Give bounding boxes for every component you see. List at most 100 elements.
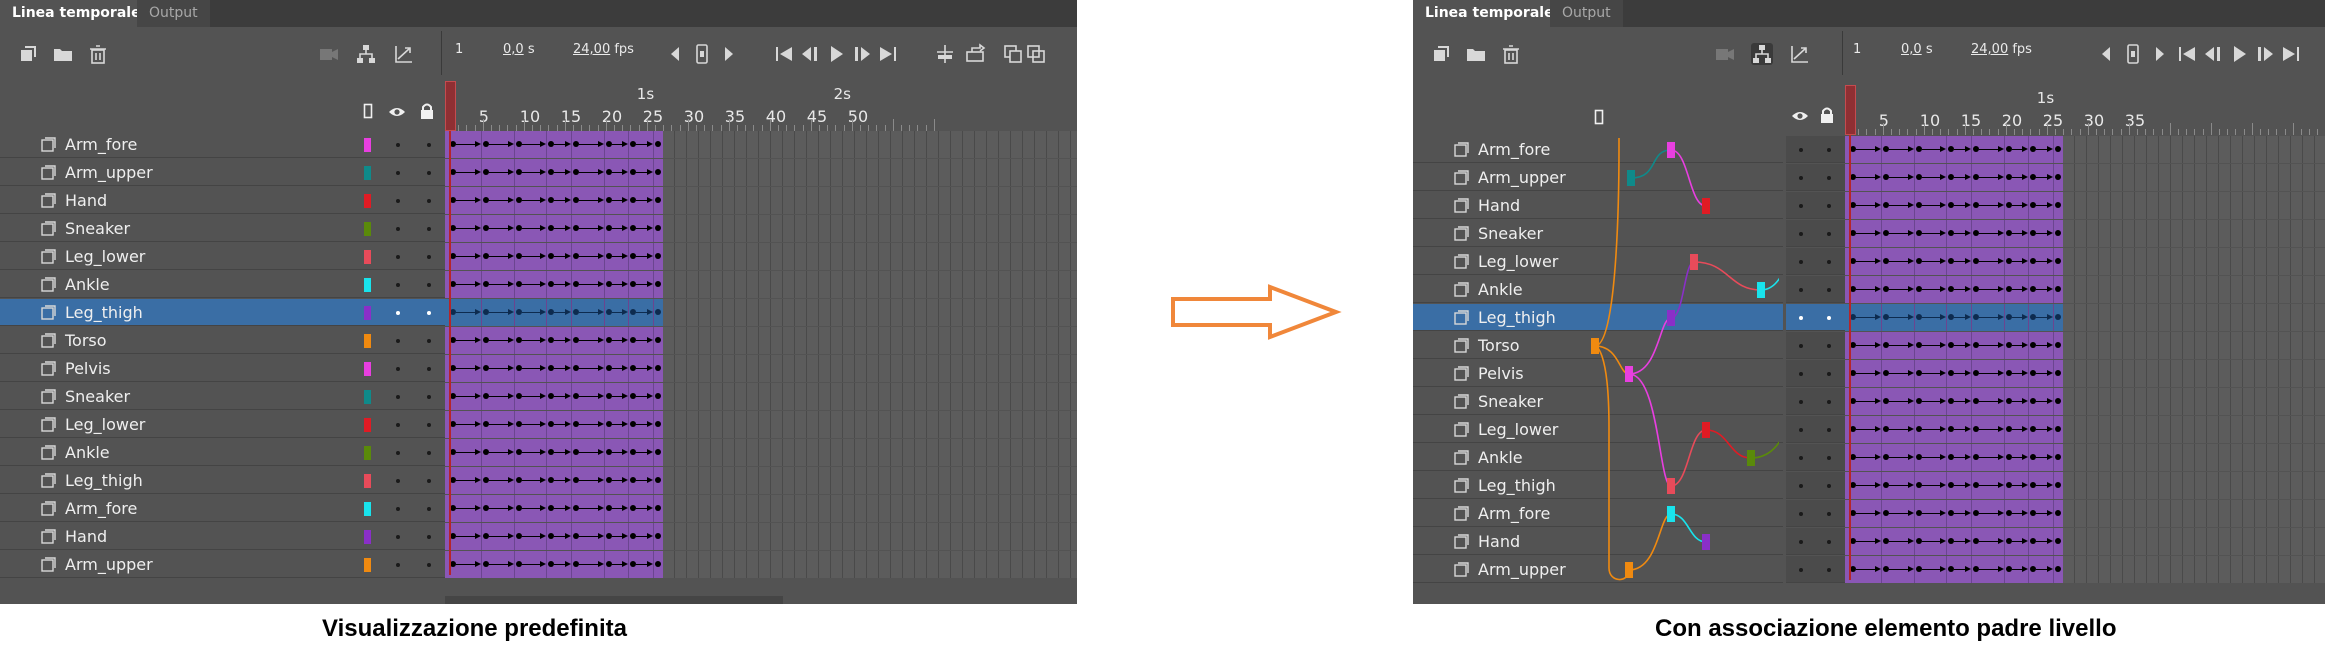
- layer-name[interactable]: Sneaker: [1478, 392, 1543, 411]
- current-time-value[interactable]: 0,0: [503, 42, 524, 57]
- visibility-toggle[interactable]: [1799, 512, 1803, 516]
- layer-parent-node[interactable]: [1667, 506, 1675, 522]
- frame-track[interactable]: [1845, 304, 2325, 331]
- layer-name-cell[interactable]: Hand: [0, 523, 445, 550]
- layer-name[interactable]: Hand: [1478, 532, 1520, 551]
- layer-name[interactable]: Arm_fore: [65, 135, 137, 154]
- layer-name-cell[interactable]: Sneaker: [0, 383, 445, 410]
- frame-track[interactable]: [445, 411, 1077, 438]
- layer-name-cell[interactable]: Sneaker: [0, 215, 445, 242]
- playhead[interactable]: [1849, 106, 1851, 580]
- lock-toggle[interactable]: [427, 255, 431, 259]
- keyframe[interactable]: [2055, 510, 2061, 516]
- layer-parent-node[interactable]: [1591, 338, 1599, 354]
- layer-color-swatch[interactable]: [364, 418, 371, 432]
- stage-icon[interactable]: [691, 43, 713, 65]
- layer-parent-node[interactable]: [1667, 142, 1675, 158]
- frame-track[interactable]: [445, 523, 1077, 550]
- frame-track[interactable]: [1845, 556, 2325, 583]
- keyframe[interactable]: [655, 337, 661, 343]
- keyframe[interactable]: [655, 253, 661, 259]
- keyframe[interactable]: [2055, 230, 2061, 236]
- keyframe[interactable]: [2055, 342, 2061, 348]
- frame-track[interactable]: [445, 187, 1077, 214]
- frame-track[interactable]: [445, 159, 1077, 186]
- lock-toggle[interactable]: [1827, 204, 1831, 208]
- visibility-toggle[interactable]: [396, 227, 400, 231]
- lock-toggle[interactable]: [427, 395, 431, 399]
- lock-toggle[interactable]: [427, 367, 431, 371]
- layer-name[interactable]: Hand: [65, 191, 107, 210]
- current-time[interactable]: 0,0 s: [503, 42, 535, 57]
- first-frame-icon[interactable]: [773, 43, 795, 65]
- graph-icon[interactable]: [393, 43, 415, 65]
- layer-row[interactable]: Leg_thigh: [1413, 472, 2325, 500]
- next-keyframe-icon[interactable]: [2148, 43, 2170, 65]
- frame-track[interactable]: [445, 215, 1077, 242]
- layer-parent-node[interactable]: [1625, 562, 1633, 578]
- frame-track[interactable]: [445, 355, 1077, 382]
- frame-track[interactable]: [1845, 528, 2325, 555]
- layer-name-cell[interactable]: Ankle: [0, 439, 445, 466]
- layer-parent-node[interactable]: [1702, 198, 1710, 214]
- layer-name[interactable]: Leg_thigh: [65, 471, 143, 490]
- outline-column-icon[interactable]: [363, 103, 373, 119]
- frame-track[interactable]: [1845, 332, 2325, 359]
- layer-name[interactable]: Leg_lower: [1478, 252, 1558, 271]
- layer-color-swatch[interactable]: [364, 334, 371, 348]
- frame-track[interactable]: [445, 131, 1077, 158]
- lock-toggle[interactable]: [427, 451, 431, 455]
- keyframe[interactable]: [655, 365, 661, 371]
- next-keyframe-icon[interactable]: [717, 43, 739, 65]
- last-frame-icon[interactable]: [2280, 43, 2302, 65]
- layer-color-swatch[interactable]: [364, 306, 371, 320]
- layer-name[interactable]: Torso: [65, 331, 107, 350]
- layer-row[interactable]: Arm_upper: [0, 551, 1077, 579]
- lock-toggle[interactable]: [427, 227, 431, 231]
- keyframe[interactable]: [2055, 566, 2061, 572]
- layer-name[interactable]: Arm_upper: [65, 163, 153, 182]
- layer-color-swatch[interactable]: [364, 446, 371, 460]
- layer-row[interactable]: Hand: [0, 523, 1077, 551]
- keyframe[interactable]: [2055, 202, 2061, 208]
- tab-timeline[interactable]: Linea temporale: [0, 0, 153, 27]
- visibility-toggle[interactable]: [396, 367, 400, 371]
- show-parenting-view-icon[interactable]: [355, 43, 377, 65]
- layer-color-swatch[interactable]: [364, 138, 371, 152]
- frame-track[interactable]: [445, 271, 1077, 298]
- frame-track[interactable]: [1845, 500, 2325, 527]
- layer-row[interactable]: Ankle: [1413, 444, 2325, 472]
- lock-toggle[interactable]: [427, 535, 431, 539]
- layer-name[interactable]: Leg_lower: [65, 247, 145, 266]
- loop-icon[interactable]: [964, 43, 986, 65]
- visibility-toggle[interactable]: [396, 535, 400, 539]
- horizontal-scrollbar[interactable]: [445, 596, 783, 604]
- layer-color-swatch[interactable]: [364, 390, 371, 404]
- layer-row[interactable]: Sneaker: [1413, 388, 2325, 416]
- tab-output[interactable]: Output: [137, 0, 210, 27]
- visibility-toggle[interactable]: [396, 255, 400, 259]
- layer-parent-node[interactable]: [1667, 310, 1675, 326]
- keyframe[interactable]: [655, 393, 661, 399]
- layer-name-cell[interactable]: Leg_thigh: [0, 299, 445, 326]
- step-forward-icon[interactable]: [851, 43, 873, 65]
- current-time-value[interactable]: 0,0: [1901, 42, 1922, 57]
- frame-track[interactable]: [1845, 444, 2325, 471]
- lock-toggle[interactable]: [1827, 288, 1831, 292]
- outline-column-icon[interactable]: [1594, 109, 1604, 125]
- layer-name-cell[interactable]: Torso: [0, 327, 445, 354]
- layer-name-cell[interactable]: Leg_thigh: [0, 467, 445, 494]
- layer-name[interactable]: Leg_thigh: [65, 303, 143, 322]
- frame-track[interactable]: [1845, 276, 2325, 303]
- previous-keyframe-icon[interactable]: [665, 43, 687, 65]
- frame-track[interactable]: [1845, 164, 2325, 191]
- lock-toggle[interactable]: [427, 507, 431, 511]
- visibility-toggle[interactable]: [1799, 232, 1803, 236]
- lock-column-icon[interactable]: [420, 103, 434, 119]
- layer-row[interactable]: Pelvis: [1413, 360, 2325, 388]
- lock-toggle[interactable]: [427, 143, 431, 147]
- layer-name[interactable]: Arm_fore: [65, 499, 137, 518]
- layer-row[interactable]: Torso: [1413, 332, 2325, 360]
- layer-name-cell[interactable]: Ankle: [0, 271, 445, 298]
- visibility-toggle[interactable]: [396, 339, 400, 343]
